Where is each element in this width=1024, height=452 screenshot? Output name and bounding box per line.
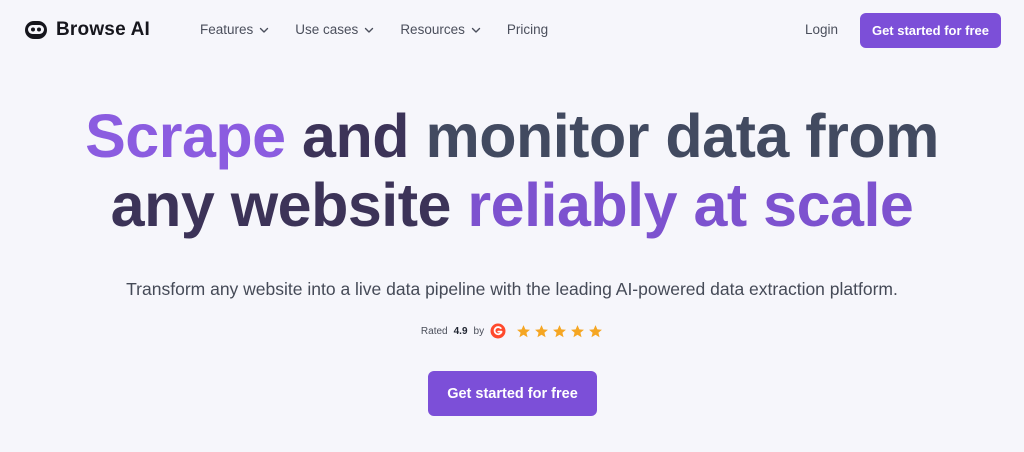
nav-item-features[interactable]: Features [200,22,269,37]
login-link[interactable]: Login [805,22,838,37]
g2-logo-icon [490,323,506,339]
star-icon [553,324,567,337]
top-navbar: Browse AI Features Use cases Resources P… [0,0,1024,62]
chevron-down-icon [471,27,481,33]
hero-title-segment: reliably at scale [467,171,914,239]
brand[interactable]: Browse AI [24,18,150,42]
chevron-down-icon [260,27,269,33]
chevron-down-icon [365,27,374,33]
nav-item-label: Features [200,22,254,37]
browse-ai-logo-icon [25,21,47,39]
rating-value: 4.9 [453,325,468,337]
hero-title-line-1: Scrape and monitor data from [0,102,1024,171]
star-icon [589,324,603,337]
rating-badge: Rated 4.9 by [0,323,1024,339]
nav-item-use-cases[interactable]: Use cases [295,22,374,37]
star-icon [535,324,549,337]
nav-item-label: Resources [400,22,465,37]
brand-name: Browse AI [56,19,151,40]
rating-stars [516,324,603,339]
nav-item-label: Pricing [506,22,549,37]
nav-item-pricing[interactable]: Pricing [507,22,548,37]
hero-title: Scrape and monitor data from any website… [0,102,1024,240]
star-icon [517,324,531,337]
star-icon [571,324,585,337]
rating-suffix: by [473,325,485,337]
hero-get-started-button[interactable]: Get started for free [428,371,597,416]
hero-title-segment: any website [110,171,468,239]
rating-prefix: Rated [420,325,448,337]
hero-title-line-2: any website reliably at scale [0,171,1024,240]
nav-item-resources[interactable]: Resources [400,22,481,37]
hero-title-segment: monitor data from [425,102,939,170]
nav-links: Features Use cases Resources Pricing [200,22,548,37]
nav-item-label: Use cases [295,22,359,37]
get-started-button[interactable]: Get started for free [860,13,1001,48]
hero-title-segment: Scrape [85,102,303,170]
hero-subtitle: Transform any website into a live data p… [126,279,898,299]
hero-title-segment: and [302,102,426,170]
